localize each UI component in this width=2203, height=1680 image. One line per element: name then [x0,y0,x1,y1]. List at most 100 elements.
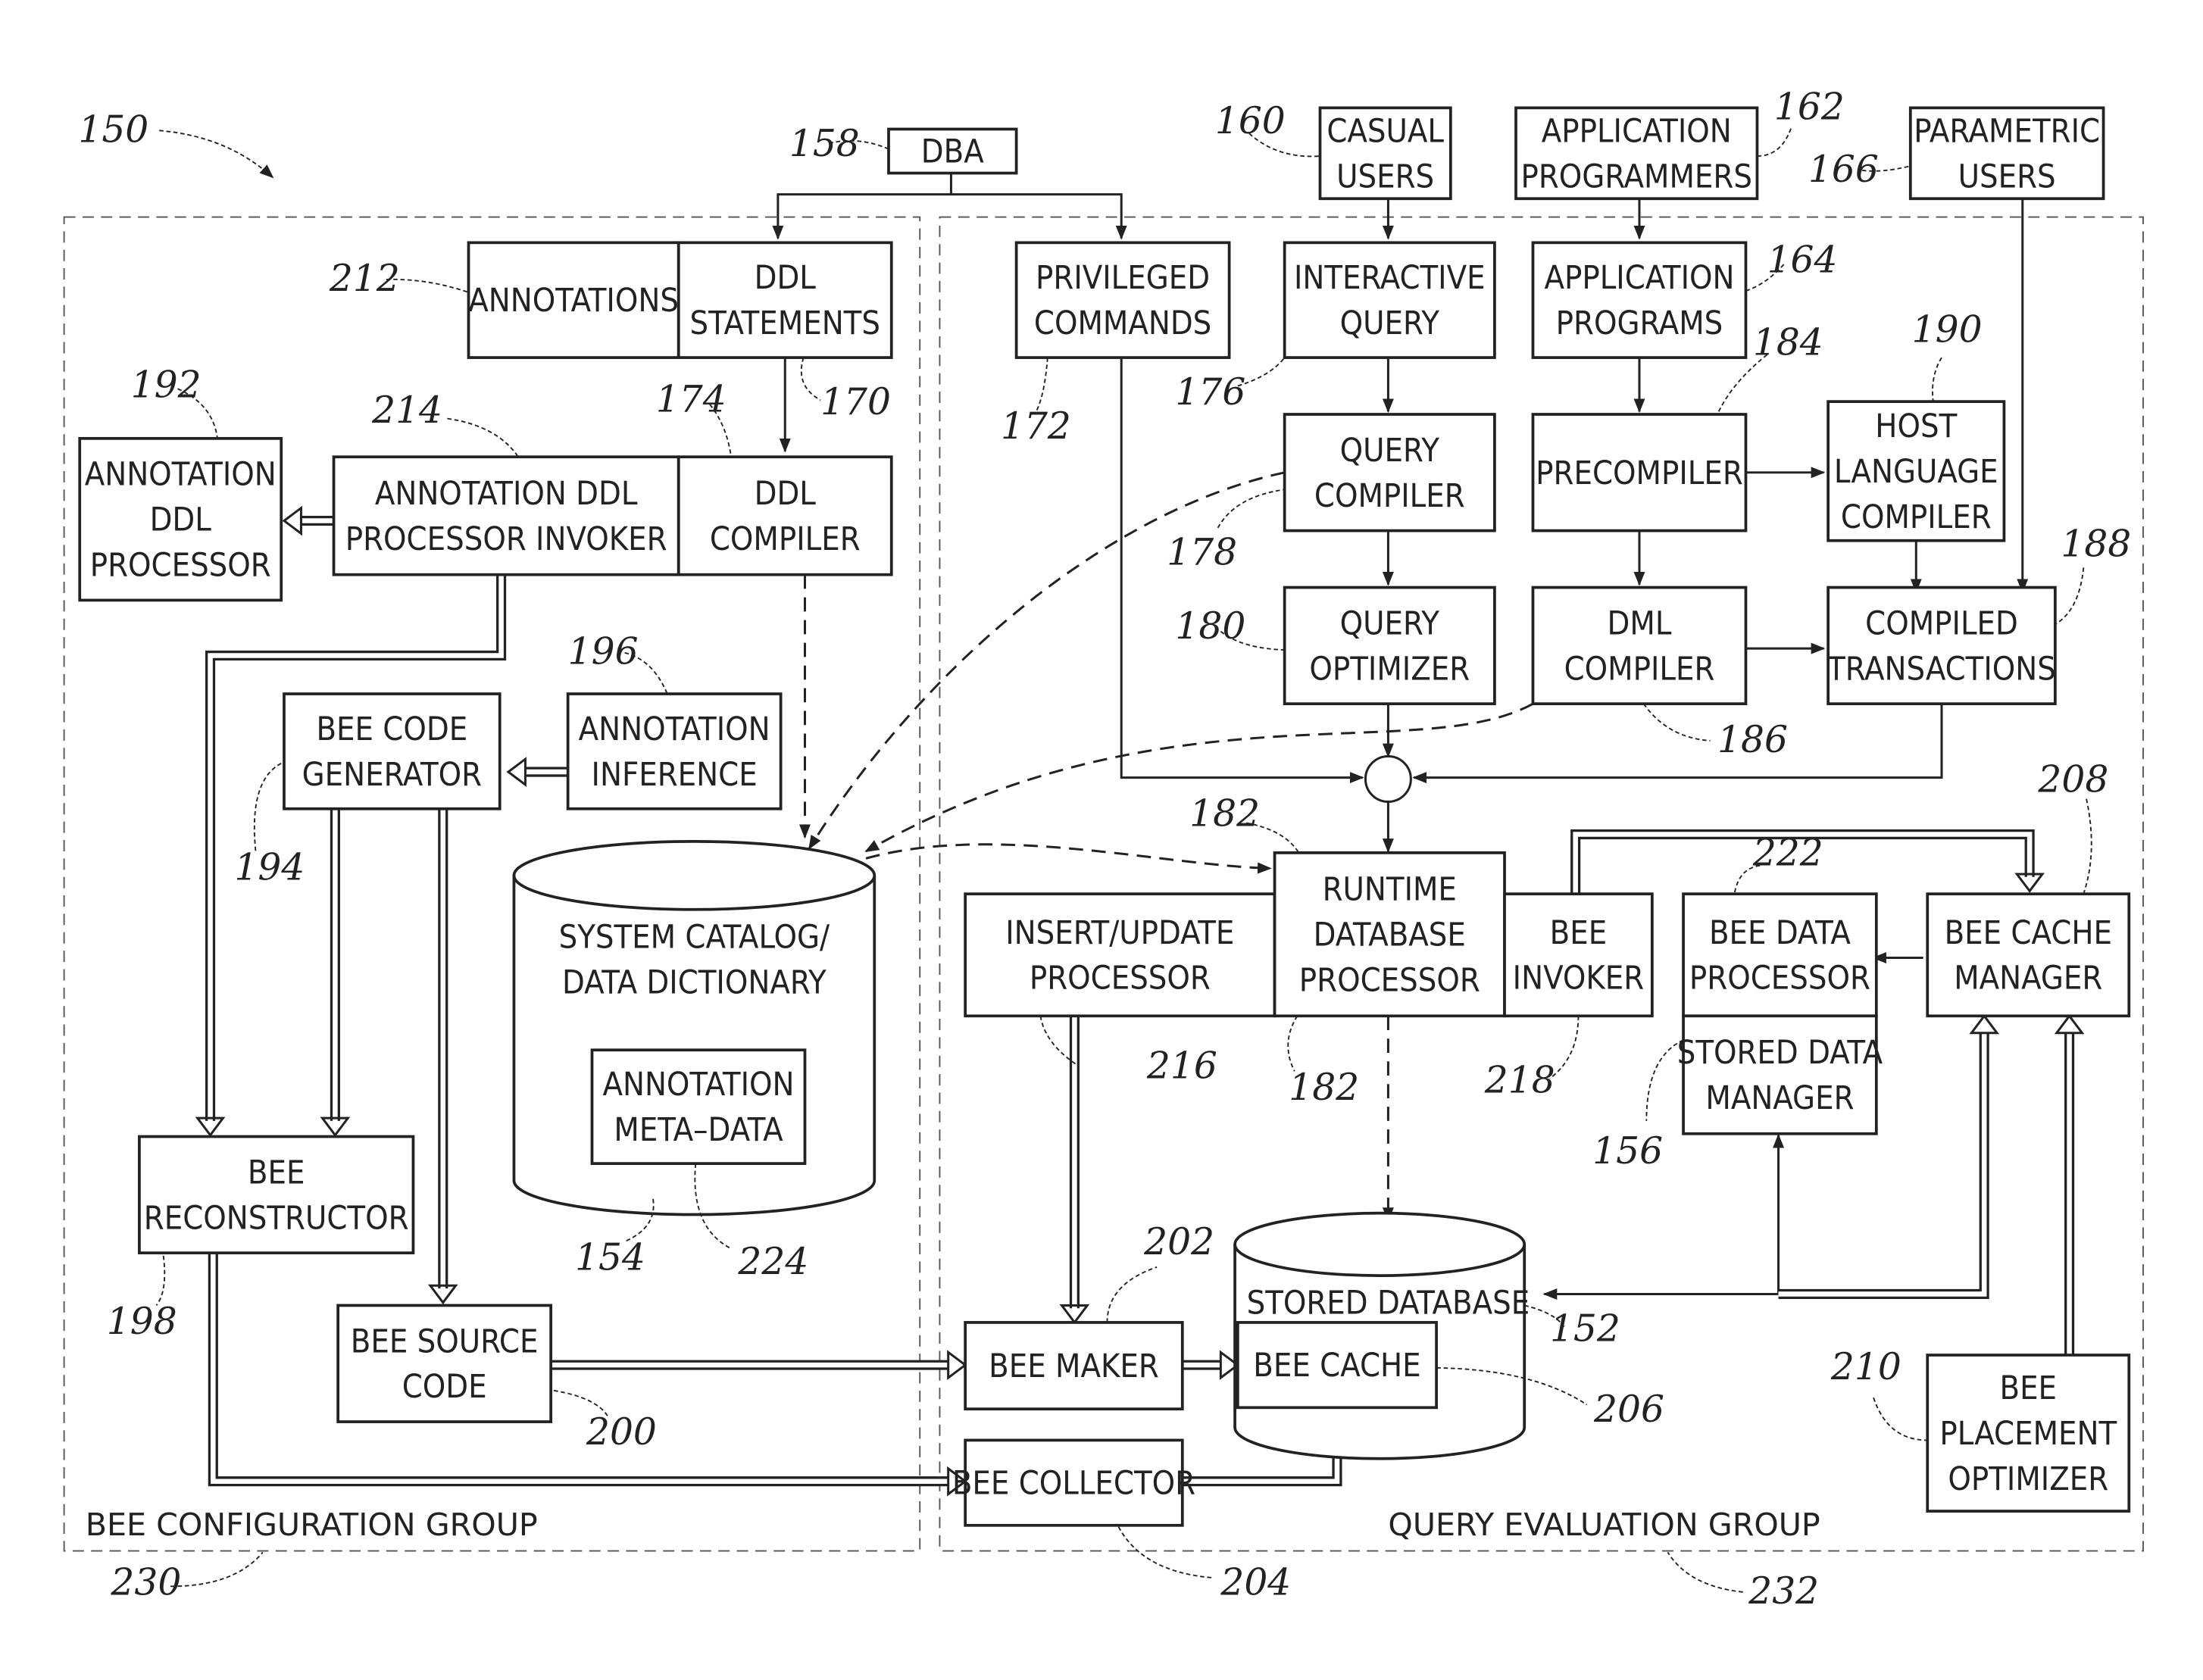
box-label-line: LANGUAGE [1834,453,1998,491]
beesrc-box: BEE SOURCE CODE [336,1304,553,1423]
box-label-line: PROCESSOR INVOKER [345,520,667,558]
leader-line [253,763,282,852]
beemaker-box: BEE MAKER [964,1321,1184,1411]
interq-box: INTERACTIVE QUERY [1283,241,1496,359]
beeinv-ref-numeral: 218 [1484,1059,1555,1101]
qopt-ref-numeral: 180 [1175,605,1245,648]
box-label-line: PROGRAMMERS [1521,158,1752,195]
box-label-line: STORED DATABASE [1247,1285,1530,1322]
leader-line [1932,357,1942,402]
beesrc-ref-numeral: 200 [586,1411,657,1454]
box-label-line: ANNOTATIONS [468,282,679,320]
insupd-box: INSERT/UPDATE PROCESSOR [964,892,1276,1018]
addlproc-box: ANNOTATION DDL PROCESSOR [78,436,283,602]
annmeta-ref-numeral: 224 [737,1241,808,1283]
box-label-line: ANNOTATION [602,1066,794,1104]
box-label-line: RECONSTRUCTOR [144,1199,409,1237]
box-label-line: BEE CACHE [1945,914,2112,952]
anninf-box: ANNOTATION INFERENCE [566,692,783,810]
box-label-line: PROCESSOR [1689,960,1870,998]
box-label-line: APPLICATION [1542,112,1732,150]
leader-line [1035,358,1048,412]
dba-box: DBA [887,127,1018,175]
box-label-line: BEE CACHE [1253,1347,1420,1385]
qcomp-box: QUERY COMPILER [1283,413,1496,532]
appprograms-ref-numeral: 164 [1767,239,1838,282]
box-label-line: OPTIMIZER [1309,650,1470,688]
box-label-line: PROCESSOR [1030,960,1211,998]
beemaker-ref-numeral: 202 [1143,1221,1214,1263]
storeddb-label: STORED DATABASE [1247,1285,1530,1322]
box-label-line: DATA DICTIONARY [562,963,827,1001]
box-label-line: BEE DATA [1709,914,1851,952]
privcmd-box: PRIVILEGED COMMANDS [1014,241,1231,359]
box-label-line: QUERY [1340,304,1440,342]
leader-line [2083,798,2092,895]
qcomp-ref-numeral: 178 [1167,532,1237,574]
qopt-box: QUERY OPTIMIZER [1283,586,1496,706]
beecache-ref-numeral: 206 [1593,1388,1664,1431]
box-label-line: APPLICATION [1544,259,1734,297]
addlproc-ref-numeral: 192 [131,364,202,407]
param-ref-numeral: 166 [1808,148,1879,191]
runtime-box: RUNTIME DATABASE PROCESSOR [1273,851,1506,1018]
box-label-line: BEE [1999,1369,2057,1407]
insupd-ref-numeral: 216 [1146,1045,1217,1088]
box-label-line: CASUAL [1326,112,1444,150]
box-label-line: GENERATOR [302,756,482,794]
annotations-ref-numeral: 212 [329,258,400,300]
box-label-line: BEE SOURCE [351,1322,539,1360]
query-evaluation-group-label: QUERY EVALUATION GROUP [1388,1507,1820,1543]
dmlcomp-ref-numeral: 186 [1717,719,1788,761]
leader-line [1667,1551,1743,1593]
box-label-line: PROCESSOR [1299,962,1480,1000]
comptx-box: COMPILED TRANSACTIONS [1826,586,2057,706]
query-group-ref-numeral: 232 [1748,1570,1819,1613]
beecachemgr-ref-numeral: 208 [2037,758,2108,801]
box-label-line: PARAMETRIC [1914,112,2100,150]
leader-line [1642,703,1711,742]
beeplace-ref-numeral: 210 [1830,1346,1901,1388]
junction-node [1364,754,1412,803]
anninf-ref-numeral: 196 [568,631,639,673]
box-label-line: DDL [150,501,212,539]
box-label-line: HOST [1875,408,1957,445]
box-label-line: QUERY [1340,432,1440,470]
box-label-line: COMPILER [710,520,861,558]
beecodegen-box: BEE CODE GENERATOR [283,692,502,810]
leader-line [447,417,519,457]
ddlcomp-ref-numeral: 174 [656,378,727,420]
box-label-line: INTERACTIVE [1294,259,1486,297]
addlinv-ref-numeral: 214 [371,389,442,432]
box-label-line: MANAGER [1705,1079,1854,1117]
annotations-box: ANNOTATIONS [467,241,680,359]
box-label-line: PLACEMENT [1939,1415,2117,1453]
bee-configuration-group-label: BEE CONFIGURATION GROUP [86,1507,538,1543]
box-label-line: MANAGER [1954,960,2102,998]
casual-ref-numeral: 160 [1215,100,1286,142]
interq-ref-numeral: 176 [1175,371,1245,414]
box-label-line: OPTIMIZER [1948,1460,2108,1498]
leader-line [1287,1015,1298,1072]
box-label-line: PROCESSOR [90,547,271,585]
box-label-line: BEE MAKER [989,1347,1159,1385]
leader-line [1217,489,1285,529]
privcmd-ref-numeral: 172 [1001,405,1071,448]
beerecon-box: BEE RECONSTRUCTOR [138,1135,415,1255]
appprog-ref-numeral: 162 [1774,86,1845,128]
box-label-line: ANNOTATION [579,710,770,748]
leader-line [155,1255,166,1307]
storeddb-ref-numeral: 152 [1550,1307,1620,1350]
box-label-line: RUNTIME [1323,871,1457,909]
comptx-ref-numeral: 188 [2061,523,2131,565]
hostlang-ref-numeral: 190 [1912,308,1983,351]
figure-ref-label: 150 [78,108,148,151]
box-label-line: INVOKER [1513,960,1644,998]
box-label-line: BEE CODE [316,710,467,748]
beeplace-box: BEE PLACEMENT OPTIMIZER [1926,1354,2131,1513]
hostlang-box: HOST LANGUAGE COMPILER [1826,400,2006,542]
box-label-line: PROGRAMS [1556,304,1723,342]
precomp-box: PRECOMPILER [1531,413,1748,532]
runtime-top-ref-numeral: 182 [1189,792,1260,835]
leader-line [2055,567,2085,626]
